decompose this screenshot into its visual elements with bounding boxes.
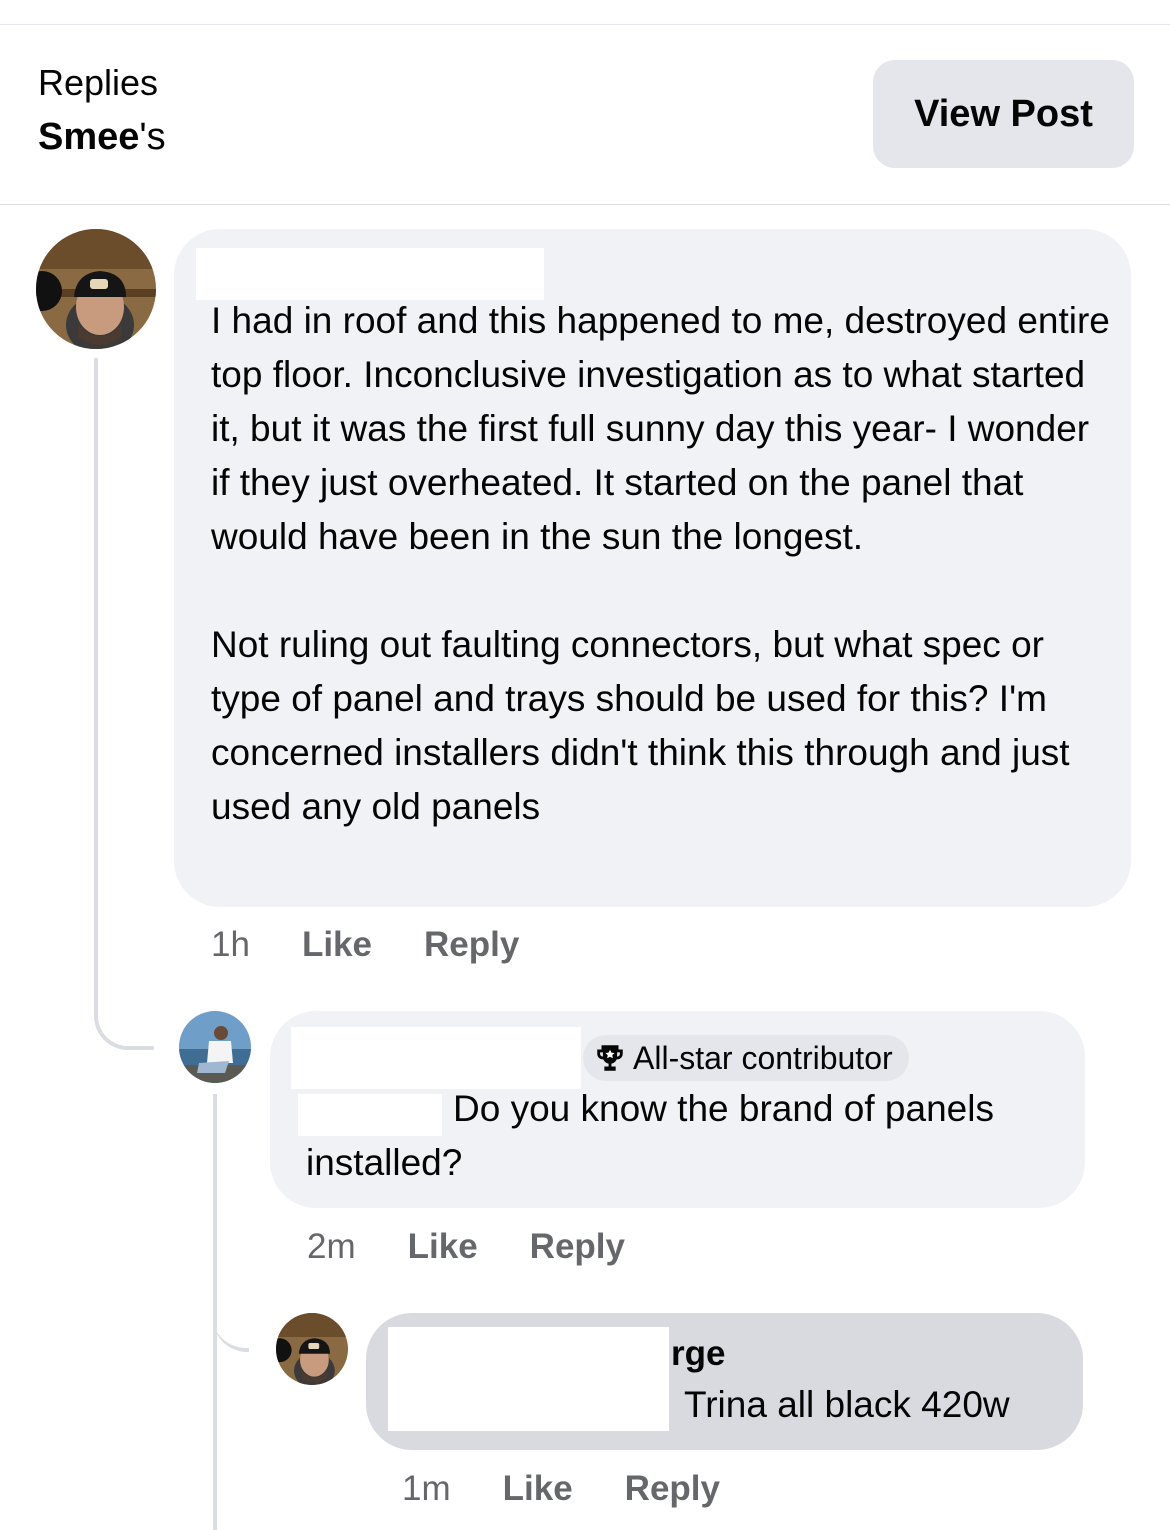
reply-button[interactable]: Reply [530,1227,625,1267]
like-button[interactable]: Like [408,1227,478,1267]
mentioned-user[interactable] [298,1094,442,1136]
like-button[interactable]: Like [302,925,372,965]
reply-button[interactable]: Reply [625,1469,720,1509]
avatar[interactable] [36,229,156,349]
comment-text: Trina all black 420w [684,1384,1010,1425]
all-star-contributor-badge[interactable]: All-star contributor [583,1035,909,1081]
like-button[interactable]: Like [503,1469,573,1509]
author-name [196,248,544,300]
author-name [388,1327,669,1431]
comment-text: installed? [306,1142,463,1183]
replies-title-name: Smee [38,116,140,158]
avatar[interactable] [179,1011,251,1083]
comment-meta: 1h Like Reply [211,922,519,968]
comment-paragraph: I had in roof and this happened to me, d… [211,300,1110,557]
comment-meta: 2m Like Reply [307,1224,625,1270]
thread-connector [94,358,154,1050]
badge-label: All-star contributor [633,1039,893,1076]
comment-meta: 1m Like Reply [402,1466,720,1512]
thread-connector [213,1270,249,1352]
comment-text: Do you know the brand of panels [453,1088,994,1129]
reply-button[interactable]: Reply [424,925,519,965]
timestamp[interactable]: 2m [307,1227,356,1267]
timestamp[interactable]: 1m [402,1469,451,1509]
avatar[interactable] [276,1313,348,1385]
replies-title: Smee's [38,116,168,159]
author-name-fragment: rge [671,1334,726,1373]
replies-title-suffix: 's [139,116,166,158]
comment-text: I had in roof and this happened to me, d… [211,294,1111,834]
comment-paragraph: Not ruling out faulting connectors, but … [211,624,1070,827]
author-name [291,1027,581,1089]
view-post-button[interactable]: View Post [873,60,1134,168]
trophy-icon [597,1045,623,1071]
timestamp[interactable]: 1h [211,925,250,965]
replies-label: Replies [38,62,159,103]
